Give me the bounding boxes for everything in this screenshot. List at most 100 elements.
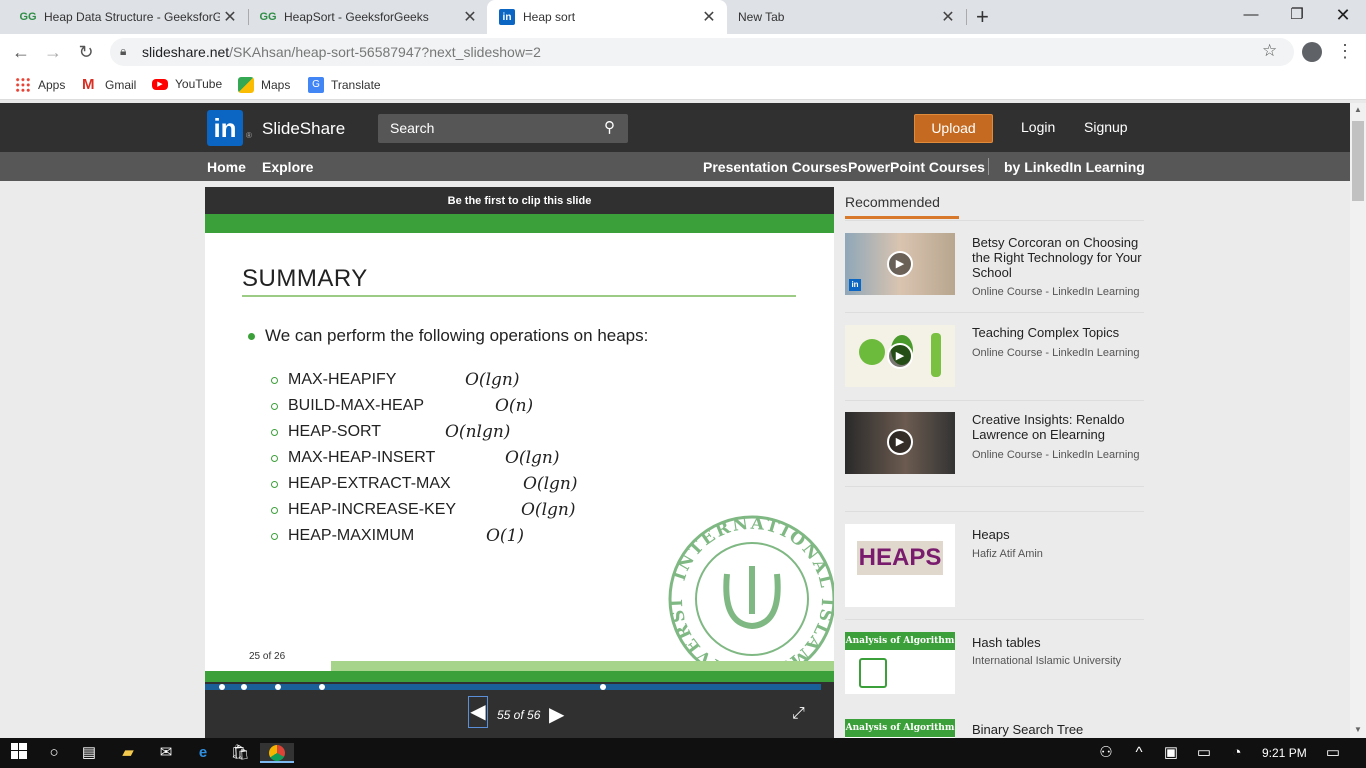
restore-button[interactable]: ❐ xyxy=(1274,0,1320,30)
battery-icon[interactable]: ▭ xyxy=(1193,743,1215,763)
youtube-icon: ▶ xyxy=(152,78,168,90)
back-icon[interactable]: ← xyxy=(9,40,33,64)
url-text: slideshare.net/SKAhsan/heap-sort-5658794… xyxy=(142,44,541,60)
close-icon[interactable]: ✕ xyxy=(220,7,240,27)
chrome-taskbar-icon[interactable] xyxy=(260,743,294,763)
translate-icon: G xyxy=(308,77,324,93)
windows-start-icon[interactable] xyxy=(8,743,30,763)
profile-icon[interactable] xyxy=(1302,42,1322,62)
scrollbar-thumb[interactable] xyxy=(1352,121,1364,201)
video-thumbnail[interactable]: ▶ in xyxy=(845,233,955,295)
progress-marker[interactable] xyxy=(241,684,247,690)
video-thumbnail[interactable]: ▶ xyxy=(845,325,955,387)
search-circle-icon[interactable]: ○ xyxy=(43,743,65,763)
operation-item: BUILD-MAX-HEAP xyxy=(271,397,424,415)
store-icon[interactable]: 🛍︎ xyxy=(229,743,251,763)
system-clock[interactable]: 9:21 PM xyxy=(1262,746,1307,760)
scroll-up-icon[interactable]: ▲ xyxy=(1354,105,1362,114)
search-input[interactable]: Search ⚲ xyxy=(378,114,628,143)
people-icon[interactable]: ⚇ xyxy=(1095,743,1117,763)
progress-marker[interactable] xyxy=(600,684,606,690)
nav-powerpoint-courses[interactable]: PowerPoint Courses xyxy=(848,159,985,175)
fullscreen-icon[interactable]: ⤢ xyxy=(792,705,805,723)
wifi-icon[interactable]: ◔ xyxy=(1226,743,1248,763)
operation-item: HEAP-INCREASE-KEY xyxy=(271,501,456,519)
slideshow-thumbnail[interactable]: Analysis of Algorithm xyxy=(845,719,955,738)
slide-progress-bar[interactable] xyxy=(205,684,821,690)
linkedin-icon: in xyxy=(499,9,515,25)
upload-button[interactable]: Upload xyxy=(914,114,993,143)
slideshare-brand[interactable]: SlideShare xyxy=(262,119,345,139)
clip-slide-link[interactable]: Be the first to clip this slide xyxy=(205,195,834,207)
bookmarks-bar: Apps M Gmail ▶ YouTube Maps G Translate xyxy=(0,70,1366,100)
menu-icon[interactable]: ⋮ xyxy=(1336,41,1354,62)
operation-complexity: O(lgn) xyxy=(505,448,560,468)
recommended-item[interactable]: Analysis of Algorithm Binary Search Tree xyxy=(845,719,1144,738)
recommended-title[interactable]: Creative Insights: Renaldo Lawrence on E… xyxy=(972,412,1147,442)
operation-complexity: O(lgn) xyxy=(523,474,578,494)
play-icon: ▶ xyxy=(887,343,913,369)
video-thumbnail[interactable]: ▶ xyxy=(845,412,955,474)
nav-home[interactable]: Home xyxy=(207,159,246,175)
recommended-subtitle: Online Course - LinkedIn Learning xyxy=(972,286,1140,298)
minimize-button[interactable]: — xyxy=(1228,0,1274,30)
close-icon[interactable]: ✕ xyxy=(938,7,958,27)
new-tab-button[interactable]: + xyxy=(976,4,989,30)
scroll-down-icon[interactable]: ▼ xyxy=(1354,725,1362,734)
slideshow-thumbnail[interactable]: HEAPS xyxy=(845,524,955,607)
slide-canvas: SUMMARY We can perform the following ope… xyxy=(205,214,834,682)
progress-marker[interactable] xyxy=(319,684,325,690)
slideshare-header: in ® SlideShare Search ⚲ Upload Login Si… xyxy=(0,103,1350,152)
recommended-heading[interactable]: Recommended xyxy=(845,194,959,219)
nav-explore[interactable]: Explore xyxy=(262,159,313,175)
recommended-title[interactable]: Teaching Complex Topics xyxy=(972,325,1147,340)
nav-presentation-courses[interactable]: Presentation Courses xyxy=(703,159,848,175)
linkedin-logo-icon[interactable]: in xyxy=(207,110,243,146)
tab-new-tab[interactable]: New Tab ✕ xyxy=(726,0,966,34)
address-bar[interactable]: 🔒︎ slideshare.net/SKAhsan/heap-sort-5658… xyxy=(110,38,1294,66)
notifications-icon[interactable]: ▭ xyxy=(1322,743,1344,763)
task-view-icon[interactable]: ▤ xyxy=(78,743,100,763)
bookmark-youtube[interactable]: ▶ YouTube xyxy=(152,77,222,91)
bookmark-apps[interactable]: Apps xyxy=(15,77,65,93)
slide-counter: 55 of 56 xyxy=(497,708,541,722)
tray-chevron-icon[interactable]: ^ xyxy=(1128,743,1150,763)
tab-heap-data-structure[interactable]: GG Heap Data Structure - GeeksforG ✕ xyxy=(8,0,248,34)
next-slide-button[interactable]: ▶ xyxy=(549,702,564,727)
mail-icon[interactable]: ✉ xyxy=(155,743,177,763)
recommended-title[interactable]: Binary Search Tree xyxy=(972,722,1144,737)
tray-app-icon[interactable]: ▣ xyxy=(1160,743,1182,763)
progress-marker[interactable] xyxy=(275,684,281,690)
recommended-subtitle: Hafiz Atif Amin xyxy=(972,548,1043,560)
bookmark-maps[interactable]: Maps xyxy=(238,77,290,93)
close-icon[interactable]: ✕ xyxy=(460,7,480,27)
edge-icon[interactable]: e xyxy=(192,743,214,763)
recommended-title[interactable]: Heaps xyxy=(972,527,1147,542)
file-explorer-icon[interactable]: ▰ xyxy=(117,743,139,763)
player-controls: ◀ 55 of 56 ▶ ⤢ xyxy=(205,692,834,738)
login-link[interactable]: Login xyxy=(1021,119,1055,135)
nav-linkedin-learning[interactable]: by LinkedIn Learning xyxy=(1004,159,1145,175)
apps-grid-icon xyxy=(15,77,31,93)
tab-title: Heap Data Structure - GeeksforG xyxy=(44,10,220,24)
signup-link[interactable]: Signup xyxy=(1084,119,1128,135)
previous-slide-button[interactable]: ◀ xyxy=(468,696,488,728)
bookmark-translate[interactable]: G Translate xyxy=(308,77,381,93)
progress-marker[interactable] xyxy=(219,684,225,690)
close-icon[interactable]: ✕ xyxy=(699,7,719,27)
tab-heapsort[interactable]: GG HeapSort - GeeksforGeeks ✕ xyxy=(248,0,488,34)
recommended-subtitle: Online Course - LinkedIn Learning xyxy=(972,347,1140,359)
forward-icon[interactable]: → xyxy=(41,40,65,64)
slide-bullet: We can perform the following operations … xyxy=(248,326,648,346)
close-window-button[interactable]: ✕ xyxy=(1320,0,1366,30)
bookmark-gmail[interactable]: M Gmail xyxy=(82,77,136,93)
recommended-title[interactable]: Hash tables xyxy=(972,635,1147,650)
reload-icon[interactable]: ↻ xyxy=(74,40,98,64)
geeksforgeeks-icon: GG xyxy=(259,11,277,23)
search-icon[interactable]: ⚲ xyxy=(604,118,615,136)
recommended-title[interactable]: Betsy Corcoran on Choosing the Right Tec… xyxy=(972,235,1147,280)
tab-heap-sort[interactable]: in Heap sort ✕ xyxy=(487,0,727,34)
slideshow-thumbnail[interactable]: Analysis of Algorithm xyxy=(845,632,955,694)
page-scrollbar[interactable]: ▲ ▼ xyxy=(1350,103,1366,738)
bookmark-star-icon[interactable]: ☆ xyxy=(1262,41,1277,61)
